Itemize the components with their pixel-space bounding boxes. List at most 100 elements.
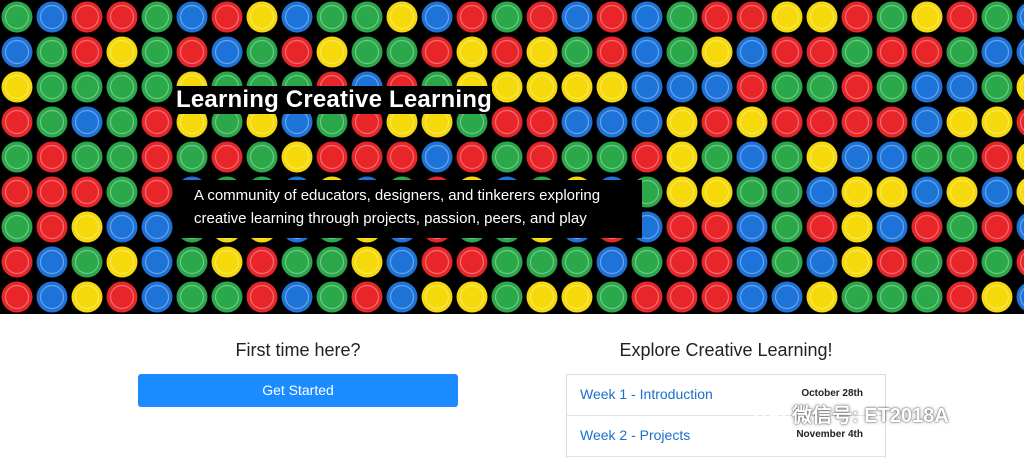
dot — [596, 281, 628, 313]
dot — [596, 36, 628, 68]
dot — [526, 141, 558, 173]
dot — [596, 106, 628, 138]
dot — [946, 176, 978, 208]
dot — [456, 1, 488, 33]
dot — [736, 176, 768, 208]
dot — [911, 246, 943, 278]
dot — [176, 36, 208, 68]
dot — [141, 1, 173, 33]
week-1-link[interactable]: Week 1 - Introduction — [580, 386, 713, 402]
dot — [456, 141, 488, 173]
dot — [36, 281, 68, 313]
dot — [71, 106, 103, 138]
dot — [736, 36, 768, 68]
dot — [736, 1, 768, 33]
watermark: 微信号: ET2018A — [752, 398, 949, 428]
dot — [141, 106, 173, 138]
dot — [911, 281, 943, 313]
dot — [491, 246, 523, 278]
watermark-text: 微信号: ET2018A — [792, 404, 949, 427]
dot — [141, 176, 173, 208]
dot — [841, 36, 873, 68]
dot — [736, 281, 768, 313]
wechat-icon — [752, 399, 786, 426]
dot — [141, 141, 173, 173]
dot — [316, 36, 348, 68]
dot — [946, 141, 978, 173]
dot — [841, 106, 873, 138]
dot — [71, 36, 103, 68]
dot — [456, 246, 488, 278]
dot — [36, 176, 68, 208]
dot — [351, 246, 383, 278]
dot — [36, 1, 68, 33]
dot — [106, 211, 138, 243]
dot — [526, 36, 558, 68]
dot — [386, 246, 418, 278]
dot — [491, 281, 523, 313]
dot — [981, 71, 1013, 103]
dot — [281, 281, 313, 313]
dot — [806, 106, 838, 138]
dot — [71, 141, 103, 173]
dot — [981, 141, 1013, 173]
dot — [526, 106, 558, 138]
hero-tagline-line-2: creative learning through projects, pass… — [194, 210, 587, 227]
dot — [36, 141, 68, 173]
dot — [36, 211, 68, 243]
dot — [666, 106, 698, 138]
dot — [981, 246, 1013, 278]
dot — [491, 106, 523, 138]
dot — [211, 246, 243, 278]
hero-title: Learning Creative Learning — [176, 86, 492, 114]
get-started-button[interactable]: Get Started — [138, 374, 458, 407]
dot — [106, 106, 138, 138]
dot — [176, 141, 208, 173]
dot — [36, 246, 68, 278]
dot — [561, 36, 593, 68]
dot — [701, 176, 733, 208]
dot — [771, 211, 803, 243]
dot — [491, 141, 523, 173]
dot — [806, 281, 838, 313]
dot — [771, 246, 803, 278]
dot — [876, 1, 908, 33]
dot — [876, 281, 908, 313]
dot — [316, 246, 348, 278]
dot — [561, 71, 593, 103]
dot — [876, 36, 908, 68]
dot — [1, 71, 33, 103]
dot — [771, 141, 803, 173]
dot — [631, 71, 663, 103]
dot — [386, 36, 418, 68]
dot — [806, 71, 838, 103]
dot — [946, 71, 978, 103]
first-time-heading: First time here? — [235, 340, 361, 360]
dot — [841, 71, 873, 103]
dot — [386, 141, 418, 173]
dot — [946, 281, 978, 313]
dot — [701, 141, 733, 173]
dot — [71, 281, 103, 313]
dot — [876, 141, 908, 173]
dot — [946, 246, 978, 278]
dot — [421, 246, 453, 278]
dot — [701, 211, 733, 243]
dot — [631, 106, 663, 138]
dot — [526, 1, 558, 33]
dot — [141, 281, 173, 313]
dot — [736, 246, 768, 278]
dot — [666, 281, 698, 313]
dot — [771, 1, 803, 33]
dot — [666, 1, 698, 33]
dot — [351, 141, 383, 173]
dot — [316, 1, 348, 33]
dot — [1, 141, 33, 173]
dot — [176, 246, 208, 278]
dot — [841, 176, 873, 208]
week-2-link[interactable]: Week 2 - Projects — [580, 427, 690, 443]
dot — [806, 211, 838, 243]
week-2-date: November 4th — [796, 429, 863, 440]
dot — [176, 1, 208, 33]
dot — [631, 141, 663, 173]
